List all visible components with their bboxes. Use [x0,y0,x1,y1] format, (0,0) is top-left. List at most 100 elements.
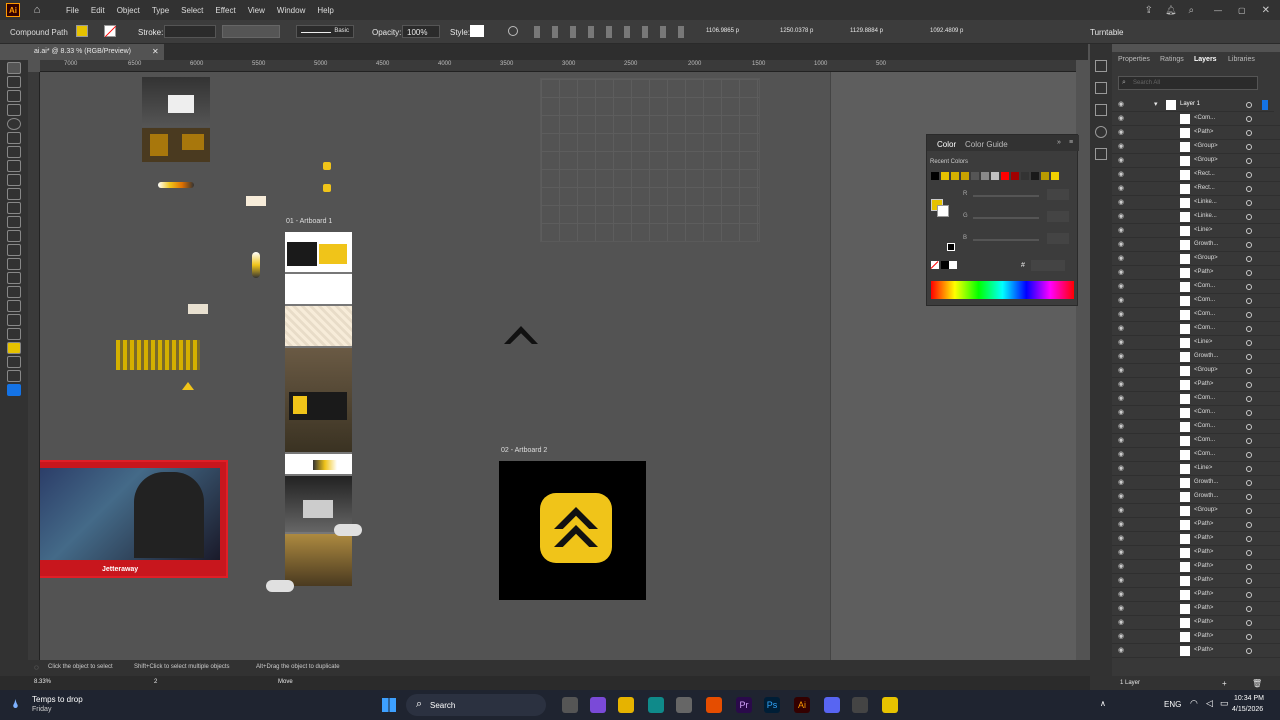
layer-item-name[interactable]: <Path> [1194,521,1213,527]
visibility-eye-icon[interactable]: ◉ [1118,142,1124,150]
target-circle-icon[interactable] [1246,620,1252,626]
visibility-eye-icon[interactable]: ◉ [1118,562,1124,570]
visibility-eye-icon[interactable]: ◉ [1118,506,1124,514]
pattern-block[interactable] [116,340,200,370]
selection-tool-icon[interactable] [7,62,21,74]
target-circle-icon[interactable] [1246,634,1252,640]
edge-icon[interactable] [648,697,664,713]
style-swatch[interactable] [470,25,484,37]
target-circle-icon[interactable] [1246,228,1252,234]
target-circle-icon[interactable] [1246,340,1252,346]
layer-row[interactable]: ◉ <Path> [1112,630,1280,644]
layer-row[interactable]: ◉ <Group> [1112,140,1280,154]
fill-swatch[interactable] [76,25,88,37]
layer-row[interactable]: ◉ <Path> [1112,574,1280,588]
layer-row[interactable]: ◉ <Path> [1112,532,1280,546]
layer-row[interactable]: ◉ <Path> [1112,616,1280,630]
visibility-eye-icon[interactable]: ◉ [1118,380,1124,388]
target-circle-icon[interactable] [1246,144,1252,150]
visibility-eye-icon[interactable]: ◉ [1118,464,1124,472]
trash-icon[interactable]: 🗑︎ [1252,679,1262,688]
target-circle-icon[interactable] [1246,298,1252,304]
weather-icon[interactable]: 🌢︎ [12,697,19,712]
black-swatch[interactable] [941,261,949,269]
layer-item-name[interactable]: <Com... [1194,409,1215,415]
battery-icon[interactable]: ▭ [1220,698,1229,709]
layer-name[interactable]: Layer 1 [1180,101,1200,107]
layer-row[interactable]: ◉ <Path> [1112,602,1280,616]
photoshop-icon[interactable]: Ps [764,697,780,713]
layer-row[interactable]: ◉ Growth... [1112,350,1280,364]
recolor-icon[interactable] [508,26,518,36]
target-circle-icon[interactable] [1246,186,1252,192]
target-circle-icon[interactable] [1246,382,1252,388]
target-circle-icon[interactable] [1246,466,1252,472]
task-view-icon[interactable] [562,697,578,713]
layer-row[interactable]: ◉ <Line> [1112,336,1280,350]
menu-window[interactable]: Window [271,6,311,15]
lang-indicator[interactable]: ENG [1164,700,1181,709]
tab-ratings[interactable]: Ratings [1160,56,1184,63]
layer-item-name[interactable]: <Com... [1194,325,1215,331]
visibility-eye-icon[interactable]: ◉ [1118,296,1124,304]
layer-item-name[interactable]: <Com... [1194,297,1215,303]
target-circle-icon[interactable] [1246,424,1252,430]
layer-item-name[interactable]: <Path> [1194,269,1213,275]
layer-row[interactable]: ◉ <Path> [1112,378,1280,392]
layer-item-name[interactable]: <Path> [1194,535,1213,541]
white-swatch[interactable] [949,261,957,269]
menu-select[interactable]: Select [175,6,209,15]
type-tool-icon[interactable] [7,244,21,256]
layer-row[interactable]: ◉ <Com... [1112,406,1280,420]
target-circle-icon[interactable] [1246,284,1252,290]
draw-mode-icon[interactable] [7,356,21,368]
target-circle-icon[interactable] [1246,508,1252,514]
panel-icon-2[interactable] [1095,82,1107,94]
layer-row[interactable]: ◉ <Rect... [1112,182,1280,196]
target-circle-icon[interactable] [1246,214,1252,220]
visibility-eye-icon[interactable]: ◉ [1118,226,1124,234]
layer-item-name[interactable]: <Path> [1194,577,1213,583]
clock-time[interactable]: 10:34 PM [1234,695,1264,702]
visibility-eye-icon[interactable]: ◉ [1118,114,1124,122]
menu-effect[interactable]: Effect [209,6,241,15]
target-circle-icon[interactable] [1246,564,1252,570]
layer-item-name[interactable]: <Group> [1194,255,1218,261]
target-circle-icon[interactable] [1246,410,1252,416]
target-circle-icon[interactable] [1246,158,1252,164]
file-explorer-icon[interactable] [618,697,634,713]
opacity-field[interactable]: 100% [402,25,440,38]
zoom-level[interactable]: 8.33% [34,679,51,685]
mockup-thumbnail-2[interactable] [142,128,210,162]
layer-item-name[interactable]: <Group> [1194,367,1218,373]
share-icon[interactable]: ⇪ [1145,5,1153,16]
cream-rect[interactable] [246,196,266,206]
visibility-eye-icon[interactable]: ◉ [1118,254,1124,262]
rotate-tool-icon[interactable] [7,202,21,214]
visibility-eye-icon[interactable]: ◉ [1118,184,1124,192]
menu-help[interactable]: Help [311,6,339,15]
layer-row[interactable]: ◉ Growth... [1112,490,1280,504]
layer-row[interactable]: ◉ <Path> [1112,126,1280,140]
brush-dropdown[interactable]: Basic [296,25,354,38]
weather-text[interactable]: Temps to drop [32,695,83,704]
layer-item-name[interactable]: <Com... [1194,311,1215,317]
menu-type[interactable]: Type [146,6,175,15]
app-icon-logo[interactable] [540,493,612,563]
layer-item-name[interactable]: <Com... [1194,395,1215,401]
variable-width-field[interactable] [222,25,280,38]
layer-row[interactable]: ◉ <Rect... [1112,168,1280,182]
black-white-swatches[interactable] [947,243,955,251]
panel-menu-icon[interactable]: ≡ [1069,139,1073,146]
visibility-eye-icon[interactable]: ◉ [1118,576,1124,584]
visibility-eye-icon[interactable]: ◉ [1118,268,1124,276]
layer-item-name[interactable]: <Com... [1194,451,1215,457]
edit-toolbar-icon[interactable] [7,384,21,396]
target-circle-icon[interactable] [1246,312,1252,318]
eyedropper-tool-icon[interactable] [7,300,21,312]
turntable-button[interactable]: Turntable [1090,28,1124,37]
layer-row[interactable]: ◉ <Linke... [1112,210,1280,224]
pill-shape-2[interactable] [266,580,294,592]
b-value[interactable] [1047,233,1069,244]
visibility-eye-icon[interactable]: ◉ [1118,156,1124,164]
